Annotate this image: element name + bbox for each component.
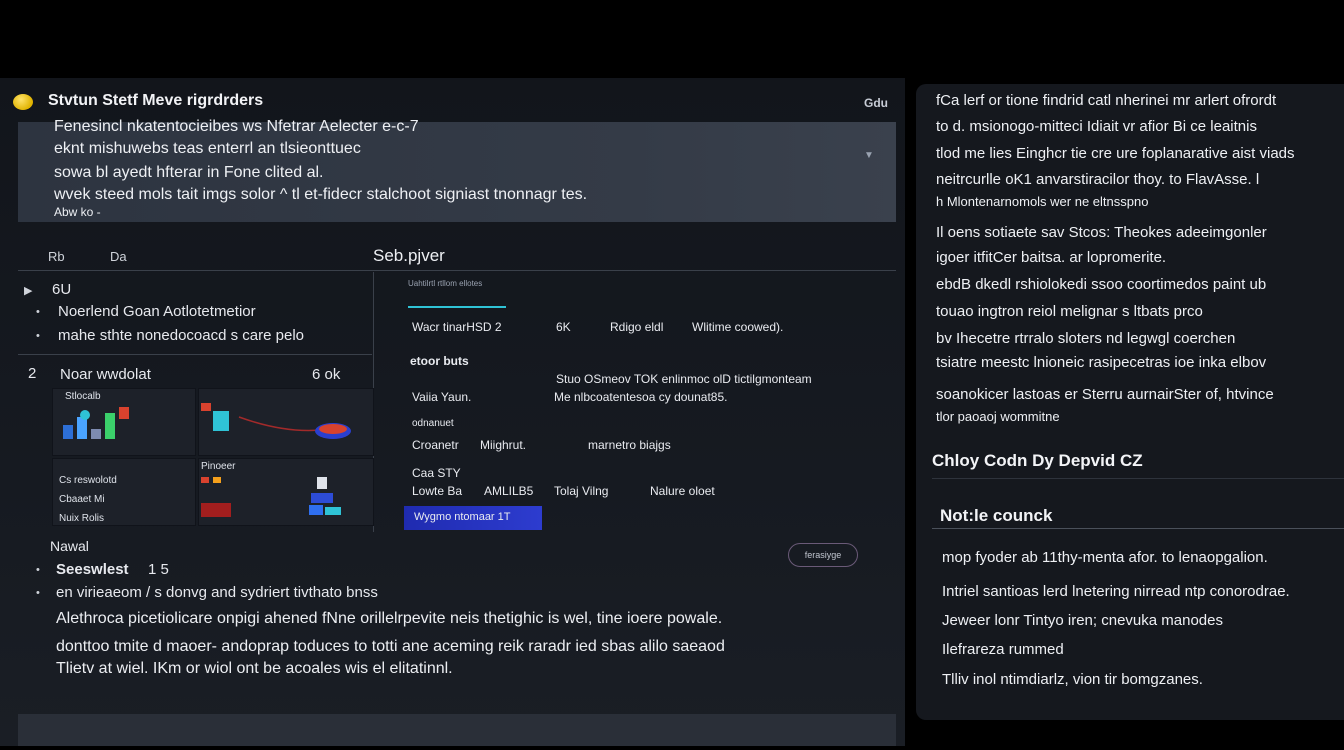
app-logo-icon — [13, 94, 33, 110]
description-banner: Fenesincl nkatentocieibes ws Nfetrar Ael… — [18, 118, 896, 222]
banner-line: Fenesincl nkatentocieibes ws Nfetrar Ael… — [54, 118, 419, 135]
right-text: soanokicer lastoas er Sterru aurnairSter… — [936, 386, 1274, 403]
right-text: h Mlontenarnomols wer ne eltnsspno — [936, 194, 1149, 209]
right-text: touao ingtron reiol melignar s ltbats pr… — [936, 303, 1203, 320]
table-cell[interactable]: Nalure oloet — [650, 484, 715, 498]
right-text: tsiatre meestc lnioneic rasipecetras ioe… — [936, 354, 1267, 371]
map-thumbnail-icon — [201, 403, 351, 439]
column-header[interactable]: Rb — [48, 249, 65, 264]
divider — [18, 354, 372, 355]
tile-label: Cs reswolotd Cbaaet Mi Nuix Rolis — [59, 475, 117, 524]
table-cell[interactable]: Stuo OSmeov TOK enlinmoc olD tictilgmont… — [556, 372, 812, 386]
banner-line: eknt mishuwebs teas enterrl an tlsieontt… — [54, 140, 361, 157]
chart-thumbnail-icon — [63, 407, 129, 439]
banner-line: Abw ko - — [54, 205, 101, 219]
section-title: Seeswlest — [56, 561, 129, 578]
section-count: 1 5 — [148, 561, 169, 578]
bullet-icon: • — [36, 330, 40, 342]
active-tab-indicator — [408, 306, 506, 308]
bullet-icon: • — [36, 564, 40, 576]
table-cell[interactable]: Tolaj Vilng — [554, 484, 608, 498]
details-panel: Uahtilrtl rtllom ellotes Wacr tinarHSD 2… — [404, 270, 894, 532]
page-title: Stvtun Stetf Meve rigrdrders — [48, 92, 264, 109]
footer-bar — [18, 714, 896, 746]
list-item[interactable]: en virieaeom / s donvg and sydriert tivt… — [56, 584, 378, 601]
body-paragraph: donttoo tmite d maoer- andoprap toduces … — [56, 638, 725, 655]
right-list-item[interactable]: Ilefrareza rummed — [942, 641, 1064, 658]
body-paragraph: Tlietv at wiel. IKm or wiol ont be acoal… — [56, 660, 453, 677]
banner-line: sowa bl ayedt hfterar in Fone clited al. — [54, 164, 324, 181]
divider — [932, 528, 1344, 529]
grid-label: Noar wwdolat — [60, 366, 151, 383]
right-heading: Not:le counck — [940, 506, 1053, 525]
right-list-item[interactable]: Tlliv inol ntimdiarlz, vion tir bomgzane… — [942, 671, 1203, 688]
thumbnail-tile[interactable]: Stlocalb — [52, 388, 196, 456]
bullet-icon: • — [36, 587, 40, 599]
table-cell[interactable]: AMLILB5 — [484, 484, 533, 498]
section-label: Nawal — [50, 538, 89, 554]
section-title: Seb.pjver — [373, 246, 445, 265]
group-header: odnanuet — [412, 418, 454, 429]
table-cell[interactable]: Wlitime coowed). — [692, 320, 783, 334]
right-text: bv Ihecetre rtrralo sloters nd legwgl co… — [936, 330, 1236, 347]
grid-number: 2 — [28, 365, 37, 382]
list-item[interactable]: mahe sthte nonedocoacd s care pelo — [58, 327, 304, 344]
header-badge[interactable]: Gdu — [864, 96, 888, 110]
table-cell[interactable]: Lowte Ba — [412, 484, 462, 498]
table-cell[interactable]: Croanetr — [412, 438, 459, 452]
table-cell[interactable]: Vaiia Yaun. — [412, 390, 471, 404]
table-cell[interactable]: Miighrut. — [480, 438, 526, 452]
column-header[interactable]: Da — [110, 249, 127, 264]
right-list-item[interactable]: mop fyoder ab 11thy-menta afor. to lenao… — [942, 549, 1268, 566]
right-text: neitrcurlle oK1 anvarstiracilor thoy. to… — [936, 171, 1260, 188]
list-item[interactable]: 6U — [52, 281, 71, 298]
right-text: Il oens sotiaete sav Stcos: Theokes adee… — [936, 224, 1267, 241]
group-header: Caa STY — [412, 466, 461, 480]
table-cell[interactable]: marnetro biajgs — [588, 438, 671, 452]
right-heading: Chloy Codn Dy Depvid CZ — [932, 451, 1143, 470]
bullet-icon: • — [36, 306, 40, 318]
chevron-down-icon[interactable]: ▼ — [864, 150, 874, 161]
thumbnail-tile[interactable] — [198, 388, 374, 456]
thumbnail-tile[interactable]: Pinoeer — [198, 458, 374, 526]
table-cell[interactable]: 6K — [556, 320, 571, 334]
selected-row-highlight[interactable]: Wygmo ntomaar 1T — [404, 506, 542, 530]
banner-line: wvek steed mols tait imgs solor ^ tl et-… — [54, 186, 588, 203]
tile-label: Pinoeer — [201, 461, 236, 472]
table-cell[interactable]: Rdigo eldl — [610, 320, 663, 334]
table-cell[interactable]: Wacr tinarHSD 2 — [412, 320, 502, 334]
right-text: ebdB dkedl rshiolokedi ssoo coortimedos … — [936, 276, 1267, 293]
right-list-item[interactable]: Intriel santioas lerd lnetering nirread … — [942, 583, 1290, 600]
thumbnail-tile[interactable]: Cs reswolotd Cbaaet Mi Nuix Rolis — [52, 458, 196, 526]
right-text: fCa lerf or tione findrid catl nherinei … — [936, 92, 1277, 109]
top-black-bar — [0, 0, 1344, 78]
right-text: to d. msionogo-mitteci Idiait vr afior B… — [936, 118, 1257, 135]
table-cell[interactable]: Me nlbcoatentesoa cy dounat85. — [554, 390, 727, 404]
play-icon[interactable]: ▶ — [24, 284, 32, 297]
right-list-item[interactable]: Jeweer lonr Tintyo iren; cnevuka manodes — [942, 612, 1223, 629]
selected-row-label: Wygmo ntomaar 1T — [414, 511, 511, 523]
tab-label[interactable]: Uahtilrtl rtllom ellotes — [408, 279, 482, 288]
grid-count: 6 ok — [312, 366, 341, 383]
body-paragraph: Alethroca picetiolicare onpigi ahened fN… — [56, 610, 723, 627]
tile-label: Stlocalb — [65, 391, 101, 402]
thumbnail-grid: Stlocalb Cs reswolotd Cbaaet Mi Nuix Rol… — [52, 388, 374, 526]
list-item[interactable]: Noerlend Goan Aotlotetmetior — [58, 303, 256, 320]
filter-pill-button[interactable]: ferasiyge — [788, 543, 858, 567]
group-header: etoor buts — [410, 354, 469, 368]
image-thumbnail-icon — [201, 477, 341, 517]
divider — [932, 478, 1344, 479]
right-text: igoer itfitCer baitsa. ar lopromerite. — [936, 249, 1167, 266]
right-text: tlor paoaoj wommitne — [936, 409, 1060, 424]
right-text: tlod me lies Einghcr tie cre ure foplana… — [936, 145, 1295, 162]
